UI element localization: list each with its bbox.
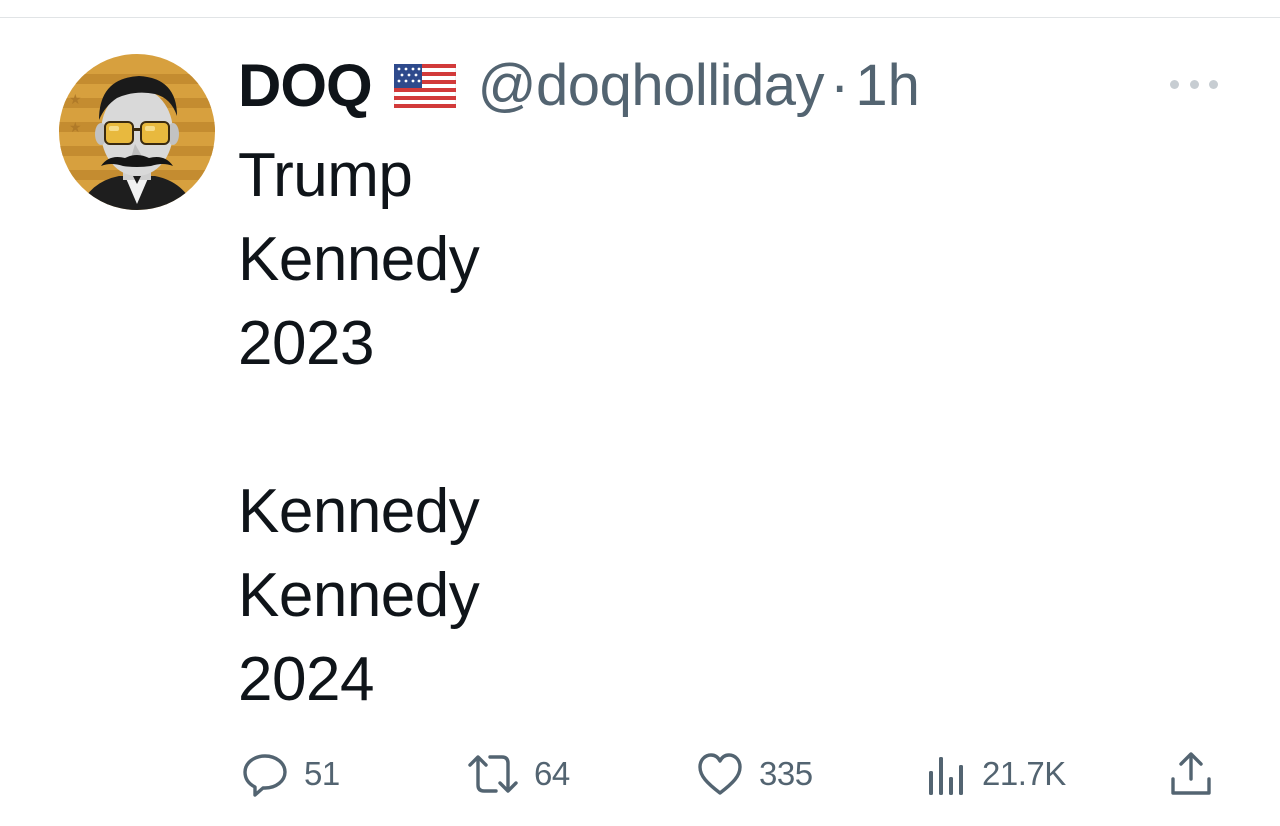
- user-handle[interactable]: @doqholliday: [478, 52, 825, 119]
- tweet-line: Trump: [238, 141, 413, 210]
- more-dots-icon[interactable]: [1170, 70, 1218, 98]
- like-count: 335: [759, 755, 813, 792]
- tweet[interactable]: ★ ★ DOQ @doqholliday · 1h Trump Kennedy …: [0, 0, 1280, 826]
- separator-dot: ·: [830, 52, 850, 118]
- tweet-line: Kennedy: [238, 225, 480, 294]
- action-bar: 51 64 335 21.7K: [0, 744, 1280, 804]
- share-button[interactable]: [1168, 744, 1214, 804]
- tweet-line: Kennedy: [238, 561, 480, 630]
- us-flag-icon: [393, 64, 456, 108]
- retweet-icon: [468, 755, 518, 793]
- views-button[interactable]: 21.7K: [926, 744, 1066, 804]
- reply-icon: [243, 754, 287, 797]
- reply-count: 51: [304, 755, 340, 792]
- share-icon: [1171, 752, 1211, 795]
- views-chart-icon: [929, 757, 963, 795]
- tweet-line: 2024: [238, 645, 374, 714]
- tweet-line: Kennedy: [238, 477, 480, 546]
- reply-button[interactable]: 51: [240, 744, 340, 804]
- avatar-image: ★ ★: [59, 54, 215, 210]
- views-count: 21.7K: [982, 755, 1066, 792]
- avatar[interactable]: ★ ★: [59, 54, 215, 210]
- heart-icon: [698, 753, 742, 795]
- like-button[interactable]: 335: [695, 744, 813, 804]
- svg-text:★: ★: [69, 120, 82, 136]
- tweet-text: Trump Kennedy 2023 Kennedy Kennedy 2024: [238, 134, 480, 722]
- tweet-header: DOQ @doqholliday · 1h: [238, 50, 920, 120]
- svg-text:★: ★: [69, 92, 82, 108]
- display-name[interactable]: DOQ: [238, 51, 373, 120]
- timestamp[interactable]: 1h: [855, 52, 920, 119]
- tweet-line: 2023: [238, 309, 374, 378]
- retweet-button[interactable]: 64: [466, 744, 570, 804]
- retweet-count: 64: [534, 755, 570, 792]
